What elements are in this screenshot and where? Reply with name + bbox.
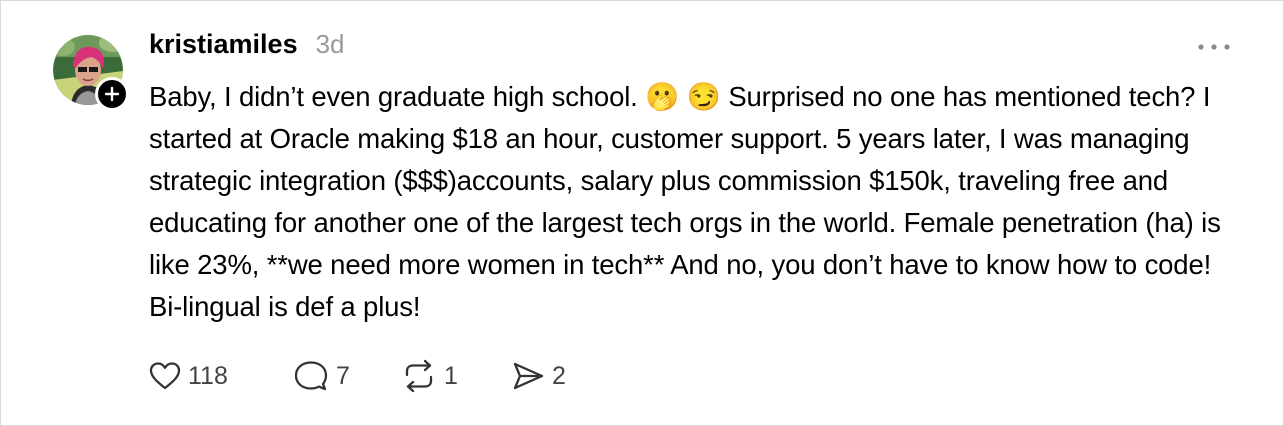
reply-count: 7 <box>336 361 350 390</box>
comment-icon <box>294 361 328 391</box>
like-button[interactable]: 118 <box>148 359 292 393</box>
like-count: 118 <box>188 361 228 390</box>
more-horizontal-icon[interactable] <box>1196 37 1232 57</box>
post-header: kristiamiles 3d <box>149 29 345 69</box>
repost-count: 1 <box>444 361 458 390</box>
thread-post: kristiamiles 3d Baby, I didn’t even grad… <box>0 0 1284 426</box>
plus-icon <box>104 86 120 102</box>
repost-button[interactable]: 1 <box>400 359 510 393</box>
post-body: Baby, I didn’t even graduate high school… <box>149 81 1221 322</box>
repost-icon <box>405 359 433 393</box>
share-count: 2 <box>552 361 566 390</box>
post-timestamp[interactable]: 3d <box>316 29 345 60</box>
reply-button[interactable]: 7 <box>292 359 400 393</box>
share-button[interactable]: 2 <box>510 359 590 393</box>
username-link[interactable]: kristiamiles <box>149 29 298 60</box>
send-icon <box>513 362 544 390</box>
post-actions: 118 7 1 2 <box>148 356 590 396</box>
follow-button[interactable] <box>95 77 129 111</box>
heart-icon <box>149 362 181 390</box>
avatar-container <box>53 35 129 111</box>
